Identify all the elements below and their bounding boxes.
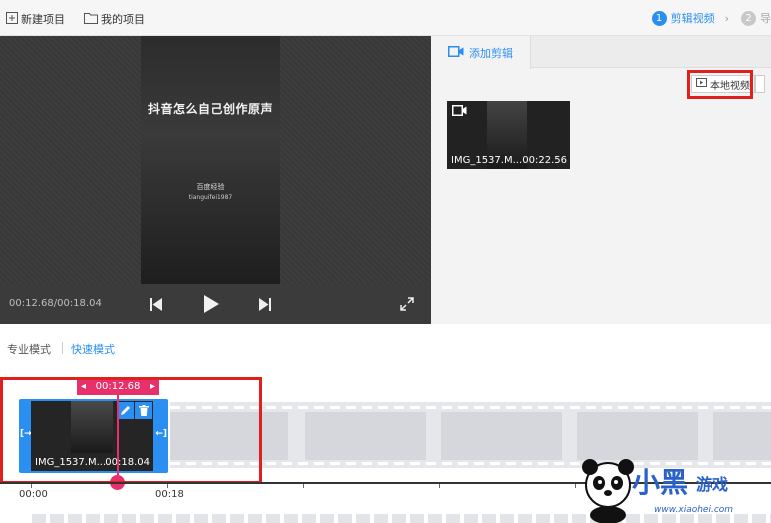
mode-professional[interactable]: 专业模式	[7, 341, 51, 357]
watermark-brand: 小黑	[632, 466, 689, 499]
my-projects-label: 我的项目	[101, 13, 145, 26]
watermark-brand-sub: 游戏	[696, 475, 729, 494]
step-indicator: 1 剪辑视频 › 2 导	[651, 10, 771, 26]
top-bar: 新建项目 我的项目 1 剪辑视频 › 2 导	[0, 0, 771, 36]
playback-controls: 00:12.68/00:18.04	[0, 284, 431, 324]
skip-back-icon	[150, 297, 162, 311]
frame-subtitle-2: tianguifei1987	[188, 194, 233, 201]
previous-frame-button[interactable]	[145, 293, 167, 315]
step-export[interactable]: 2 导	[741, 10, 771, 26]
play-icon	[203, 295, 219, 313]
my-projects-button[interactable]: 我的项目	[84, 11, 145, 27]
folder-icon	[84, 12, 98, 27]
ruler-label: 00:00	[19, 489, 48, 500]
ruler-tick	[303, 484, 304, 488]
step1-number: 1	[651, 10, 667, 26]
step-edit-video[interactable]: 1 剪辑视频	[651, 10, 715, 26]
app-window: 新建项目 我的项目 1 剪辑视频 › 2 导 抖音怎么自己创作原声 百度经验 t…	[0, 0, 771, 523]
chevron-right-icon: ›	[724, 11, 729, 25]
empty-slot[interactable]	[441, 412, 562, 460]
fullscreen-button[interactable]	[396, 293, 418, 315]
media-name: IMG_1537.M...	[451, 155, 523, 166]
frame-subtitle-1: 百度经验	[196, 183, 225, 191]
mode-bar: 专业模式 快速模式	[0, 324, 771, 370]
plus-box-icon	[6, 11, 18, 27]
empty-slot[interactable]	[713, 412, 771, 460]
new-project-button[interactable]: 新建项目	[6, 11, 65, 27]
step2-label: 导	[760, 12, 771, 25]
watermark-url: www.xiaohei.com	[654, 505, 734, 515]
media-duration: 00:22.56	[522, 155, 567, 166]
ruler-tick	[575, 484, 576, 488]
toolbar-button[interactable]	[755, 75, 765, 93]
highlight-box-local-video	[687, 70, 753, 99]
step2-number: 2	[741, 10, 756, 26]
mode-divider	[62, 342, 63, 354]
new-project-label: 新建项目	[21, 13, 65, 26]
ruler-tick	[439, 484, 440, 488]
skip-forward-icon	[259, 297, 271, 311]
ruler-tick	[167, 484, 168, 488]
ruler-tick	[31, 484, 32, 488]
media-tabs: 添加剪辑	[431, 36, 771, 69]
frame-title: 抖音怎么自己创作原声	[147, 102, 273, 116]
timecode: 00:12.68/00:18.04	[9, 298, 102, 309]
highlight-box-clip	[0, 377, 262, 484]
tab-add-clip[interactable]: 添加剪辑	[431, 36, 531, 69]
preview-frame: 抖音怎么自己创作原声 百度经验 tianguifei1987	[141, 36, 280, 284]
panda-logo-icon	[582, 459, 634, 523]
empty-slot[interactable]	[577, 412, 698, 460]
empty-slot[interactable]	[305, 412, 426, 460]
tab-add-clip-label: 添加剪辑	[469, 46, 513, 60]
play-button[interactable]	[200, 293, 222, 315]
media-thumbnail[interactable]: IMG_1537.M... 00:22.56	[447, 101, 570, 169]
camera-icon	[452, 105, 467, 119]
watermark: 小黑 游戏 www.xiaohei.com	[578, 455, 771, 523]
mode-quick[interactable]: 快速模式	[71, 341, 115, 357]
expand-icon	[400, 297, 414, 311]
step1-label: 剪辑视频	[670, 12, 715, 25]
next-frame-button[interactable]	[254, 293, 276, 315]
camera-icon	[448, 45, 464, 60]
video-preview: 抖音怎么自己创作原声 百度经验 tianguifei1987	[0, 36, 431, 284]
ruler-label: 00:18	[155, 489, 184, 500]
